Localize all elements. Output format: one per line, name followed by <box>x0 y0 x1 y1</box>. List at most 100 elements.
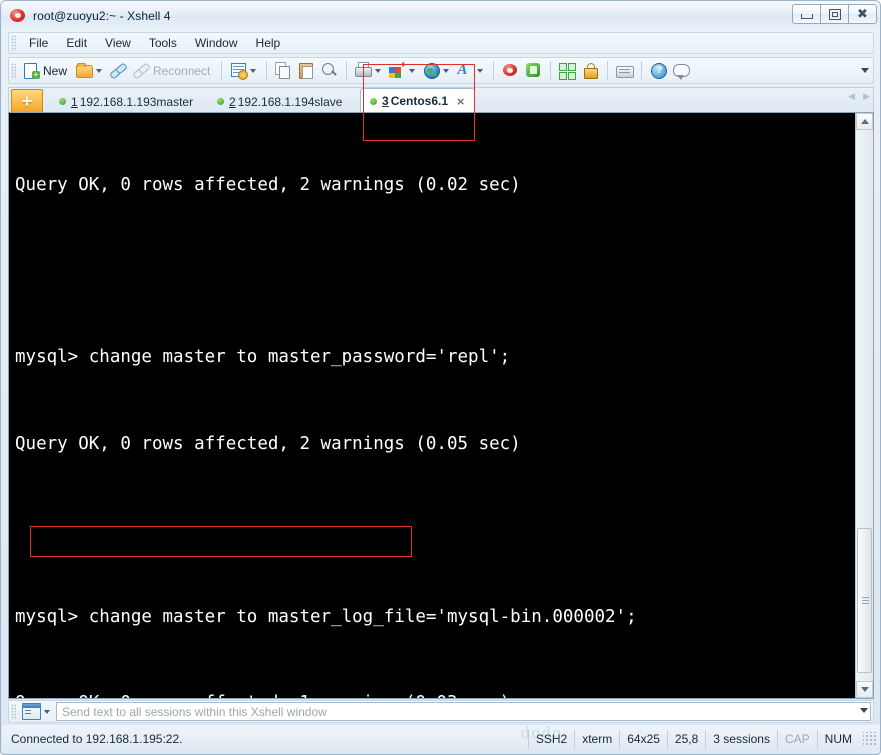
find-button[interactable] <box>318 59 341 82</box>
arrange-windows-button[interactable] <box>556 59 579 82</box>
toolbar-grip[interactable] <box>11 62 16 79</box>
keyboard-button[interactable] <box>613 59 636 82</box>
menu-item-window[interactable]: Window <box>186 33 247 53</box>
paste-icon <box>298 62 315 79</box>
tab-label: 192.168.1.193master <box>79 94 194 109</box>
toolbar-separator <box>221 61 223 80</box>
tab-scroll-right-icon[interactable]: ▶ <box>863 92 870 102</box>
connect-button[interactable] <box>107 59 130 82</box>
toolbar-separator <box>266 61 268 80</box>
toolbar-overflow-icon[interactable] <box>861 68 869 73</box>
copy-icon <box>275 62 292 79</box>
open-web-button[interactable] <box>420 59 454 82</box>
xftp-icon <box>525 62 542 79</box>
status-bar: Connected to 192.168.1.195:22. SSH2 xter… <box>2 725 880 753</box>
terminal-line: Query OK, 0 rows affected, 2 warnings (0… <box>15 433 521 454</box>
print-dropdown-icon[interactable] <box>375 68 382 73</box>
scrollbar-thumb[interactable] <box>857 528 872 673</box>
menu-item-file[interactable]: File <box>20 33 57 53</box>
terminal-line: Query OK, 0 rows affected, 1 warning (0.… <box>15 689 847 698</box>
tab-status-dot-icon <box>217 98 224 105</box>
xftp-button[interactable] <box>522 59 545 82</box>
menu-item-tools[interactable]: Tools <box>140 33 186 53</box>
terminal-line: mysql> change master to master_password=… <box>15 347 511 368</box>
new-tab-plus-icon: + <box>20 91 34 110</box>
print-button[interactable] <box>352 59 386 82</box>
tab-status-dot-icon <box>370 97 377 105</box>
new-session-label: New <box>43 63 68 78</box>
terminal-output[interactable]: Query OK, 0 rows affected, 2 warnings (0… <box>15 113 847 698</box>
link-broken-icon <box>132 62 151 80</box>
help-circle-icon: ? <box>650 62 668 79</box>
toolbar-separator <box>346 61 348 80</box>
xshell-logo-icon <box>502 62 519 79</box>
xshell-window: root@zuoyu2:~ - Xshell 4 ✖ File Edit Vie… <box>0 0 881 755</box>
properties-dropdown-icon[interactable] <box>250 68 257 73</box>
lock-button[interactable] <box>579 59 602 82</box>
toolbar-separator <box>607 61 609 80</box>
reconnect-label: Reconnect <box>153 63 211 78</box>
title-bar: root@zuoyu2:~ - Xshell 4 ✖ <box>1 1 880 30</box>
new-session-button[interactable]: + New <box>20 59 73 82</box>
resize-grip[interactable] <box>863 732 877 746</box>
tab-label: 192.168.1.194slave <box>237 94 343 109</box>
session-tab-3[interactable]: 3 Centos6.1 × <box>360 88 476 113</box>
font-dropdown-icon[interactable] <box>477 68 484 73</box>
window-controls: ✖ <box>792 4 877 24</box>
reconnect-button[interactable]: Reconnect <box>130 59 216 82</box>
menu-item-help[interactable]: Help <box>247 33 290 53</box>
close-button[interactable]: ✖ <box>848 4 877 24</box>
minimize-button[interactable] <box>792 4 821 24</box>
lock-icon <box>582 62 599 79</box>
menu-item-edit[interactable]: Edit <box>57 33 96 53</box>
color-palette-icon: ✦ <box>389 61 407 79</box>
properties-button[interactable] <box>227 59 261 82</box>
menu-item-view[interactable]: View <box>96 33 140 53</box>
copy-button[interactable] <box>272 59 295 82</box>
properties-gear-icon <box>230 62 249 80</box>
color-scheme-button[interactable]: ✦ <box>386 59 420 82</box>
color-scheme-dropdown-icon[interactable] <box>409 68 416 73</box>
send-to-all-target-dropdown-icon[interactable] <box>44 709 50 714</box>
link-icon <box>109 62 128 80</box>
open-folder-icon <box>76 62 94 79</box>
paste-button[interactable] <box>295 59 318 82</box>
scroll-up-icon[interactable] <box>856 113 873 130</box>
status-protocol: SSH2 <box>527 729 574 749</box>
open-web-dropdown-icon[interactable] <box>443 68 450 73</box>
xshell-logo-icon <box>9 7 27 25</box>
session-tab-1[interactable]: 1 192.168.1.193master <box>50 90 202 113</box>
help-button[interactable]: ? <box>647 59 670 82</box>
open-session-dropdown-icon[interactable] <box>96 68 103 73</box>
chevron-down-icon[interactable] <box>860 708 868 713</box>
open-session-button[interactable] <box>73 59 107 82</box>
menu-grip[interactable] <box>11 35 16 51</box>
terminal-scrollbar[interactable] <box>855 113 873 698</box>
send-to-all-input[interactable]: Send text to all sessions within this Xs… <box>56 702 871 721</box>
chat-bubble-icon <box>673 62 691 80</box>
toolbar: + New Reconnect ✦ A ? <box>8 57 874 84</box>
tab-index: 3 <box>382 94 389 108</box>
menu-bar: File Edit View Tools Window Help <box>8 32 874 54</box>
send-to-all-placeholder: Send text to all sessions within this Xs… <box>62 704 327 719</box>
session-tab-2[interactable]: 2 192.168.1.194slave <box>208 90 351 113</box>
chat-button[interactable] <box>670 59 693 82</box>
tab-scroll-controls: ◀ ▶ <box>848 92 870 102</box>
new-file-icon: + <box>23 62 40 79</box>
send-to-all-bar: Send text to all sessions within this Xs… <box>8 700 874 723</box>
tab-scroll-left-icon[interactable]: ◀ <box>848 92 855 102</box>
terminal-window-icon[interactable] <box>22 703 41 720</box>
new-tab-button[interactable]: + <box>11 89 43 113</box>
status-session-count: 3 sessions <box>705 729 777 749</box>
send-to-all-grip[interactable] <box>11 703 16 720</box>
terminal-frame[interactable]: Query OK, 0 rows affected, 2 warnings (0… <box>8 112 874 699</box>
maximize-button[interactable] <box>820 4 849 24</box>
search-icon <box>321 62 338 79</box>
font-button[interactable]: A <box>454 59 488 82</box>
connection-status-text: Connected to 192.168.1.195:22. <box>11 732 183 746</box>
xshell-button[interactable] <box>499 59 522 82</box>
tab-close-icon[interactable]: × <box>456 95 465 108</box>
scroll-down-icon[interactable] <box>856 681 873 698</box>
